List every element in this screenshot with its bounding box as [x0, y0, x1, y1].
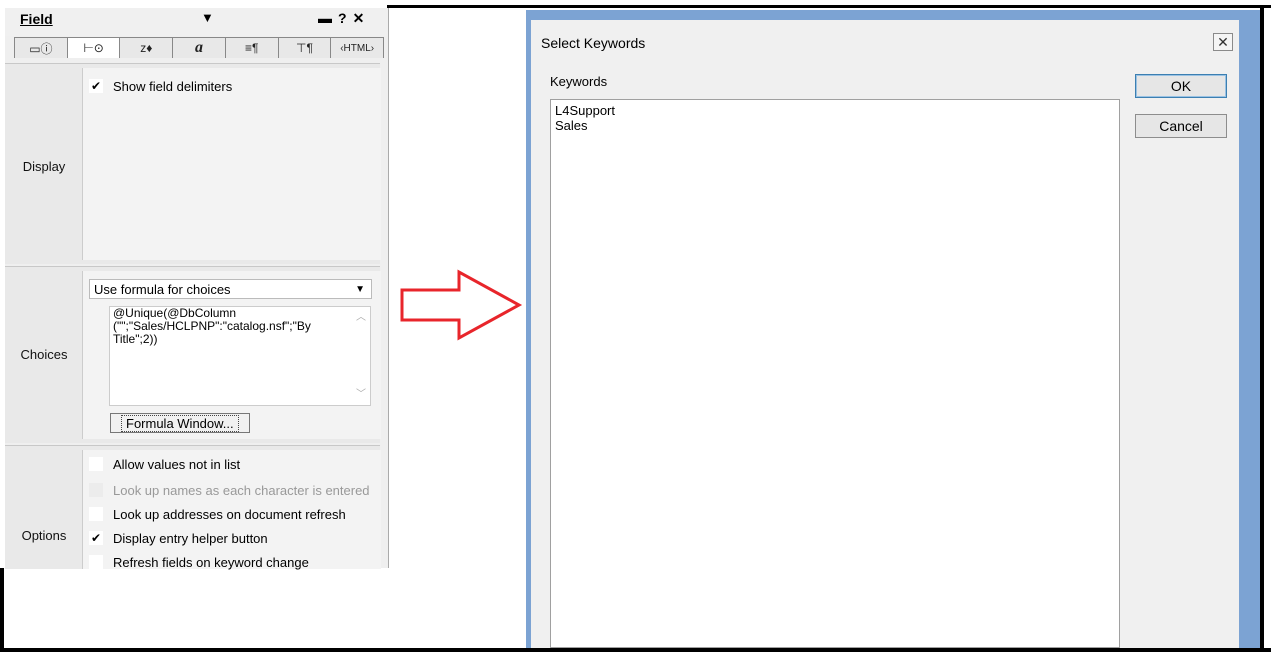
display-section: Display ✔ Show field delimiters: [5, 63, 381, 264]
chevron-down-icon: ▼: [355, 284, 365, 295]
frame-border-bottom: [0, 648, 1271, 652]
dialog-title: Select Keywords: [541, 35, 646, 51]
display-label: Display: [22, 159, 66, 174]
entry-helper-option[interactable]: ✔ Display entry helper button: [89, 528, 268, 548]
lookup-addresses-label: Look up addresses on document refresh: [113, 506, 346, 522]
formula-textarea[interactable]: @Unique(@DbColumn ("";"Sales/HCLPNP":"ca…: [109, 306, 371, 406]
dialog-body: Select Keywords ✕ Keywords L4Support Sal…: [531, 20, 1239, 648]
list-item[interactable]: Sales: [555, 118, 1115, 133]
choices-section: Choices Use formula for choices ▼ @Uniqu…: [5, 266, 381, 443]
ok-button[interactable]: OK: [1135, 74, 1227, 98]
entry-helper-checkbox[interactable]: ✔: [89, 531, 103, 545]
show-delimiters-checkbox[interactable]: ✔: [89, 79, 103, 93]
keywords-label: Keywords: [550, 74, 608, 89]
keywords-listbox[interactable]: L4Support Sales: [550, 99, 1120, 648]
close-icon[interactable]: ✕: [353, 10, 371, 26]
scroll-down-icon[interactable]: ﹀: [356, 388, 366, 401]
tab-hide-when[interactable]: ⊤¶: [277, 37, 332, 58]
lookup-names-option: Look up names as each character is enter…: [89, 480, 370, 500]
panel-controls: ▬?✕: [318, 10, 370, 27]
advanced-icon: ᴢ♦: [140, 41, 153, 55]
lookup-names-label: Look up names as each character is enter…: [113, 482, 370, 498]
tab-advanced[interactable]: ᴢ♦: [119, 37, 174, 58]
frame-border-right: [1260, 5, 1264, 652]
allow-values-label: Allow values not in list: [113, 456, 241, 472]
dock-icon[interactable]: ▬: [318, 10, 338, 26]
refresh-fields-label: Refresh fields on keyword change: [113, 554, 309, 570]
list-item[interactable]: L4Support: [555, 103, 1115, 118]
panel-tabs: ▭ⓘ ⊢⊙ ᴢ♦ a ≡¶ ⊤¶ ‹HTML›: [14, 37, 385, 59]
tab-html[interactable]: ‹HTML›: [330, 37, 385, 58]
scroll-up-icon[interactable]: ︿: [356, 311, 366, 324]
options-section: Options Allow values not in list Look up…: [5, 445, 381, 572]
field-properties-panel: Field ▼ ▬?✕ ▭ⓘ ⊢⊙ ᴢ♦ a ≡¶ ⊤¶ ‹HTML› Disp…: [5, 8, 389, 572]
options-label: Options: [21, 528, 67, 543]
arrow-shape: [400, 269, 523, 341]
choices-select[interactable]: Use formula for choices ▼: [89, 279, 372, 299]
html-icon: ‹HTML›: [340, 42, 375, 54]
choices-select-value: Use formula for choices: [94, 281, 231, 297]
refresh-fields-option[interactable]: Refresh fields on keyword change: [89, 552, 309, 572]
tab-paragraph[interactable]: ≡¶: [224, 37, 279, 58]
frame-border-top: [387, 5, 1271, 8]
font-icon: a: [195, 39, 204, 56]
panel-titlebar: Field ▼ ▬?✕: [5, 8, 388, 36]
help-icon[interactable]: ?: [338, 10, 353, 26]
formula-line: Title";2)): [113, 332, 158, 346]
panel-title[interactable]: Field: [20, 11, 53, 27]
refresh-fields-checkbox[interactable]: [89, 555, 103, 569]
entry-helper-label: Display entry helper button: [113, 530, 268, 546]
close-button[interactable]: ✕: [1213, 33, 1233, 51]
field-info-icon: ▭ⓘ: [29, 41, 53, 56]
cancel-button[interactable]: Cancel: [1135, 114, 1227, 138]
chevron-down-icon[interactable]: ▼: [201, 10, 214, 25]
close-icon: ✕: [1217, 33, 1229, 50]
select-keywords-dialog: Select Keywords ✕ Keywords L4Support Sal…: [526, 10, 1260, 648]
choices-label: Choices: [20, 347, 68, 362]
lookup-addresses-checkbox[interactable]: [89, 507, 103, 521]
right-arrow-icon: [400, 269, 523, 341]
lookup-addresses-option[interactable]: Look up addresses on document refresh: [89, 504, 346, 524]
allow-values-checkbox[interactable]: [89, 457, 103, 471]
allow-values-option[interactable]: Allow values not in list: [89, 454, 240, 474]
options-content: Allow values not in list Look up names a…: [82, 450, 381, 572]
formula-window-label: Formula Window...: [121, 414, 239, 432]
paragraph-icon: ≡¶: [245, 41, 259, 55]
tab-field-info[interactable]: ▭ⓘ: [14, 37, 68, 58]
frame-border-left: [0, 568, 4, 652]
formula-window-button[interactable]: Formula Window...: [110, 413, 250, 433]
tab-font[interactable]: a: [172, 37, 226, 58]
choices-content: Use formula for choices ▼ @Unique(@DbCol…: [82, 271, 381, 439]
control-icon: ⊢⊙: [83, 41, 104, 55]
tab-control[interactable]: ⊢⊙: [66, 37, 121, 58]
show-delimiters-label: Show field delimiters: [113, 78, 233, 94]
hide-when-icon: ⊤¶: [296, 41, 313, 55]
lookup-names-checkbox: [89, 483, 103, 497]
display-content: ✔ Show field delimiters: [82, 68, 381, 260]
show-delimiters-option[interactable]: ✔ Show field delimiters: [89, 76, 232, 96]
